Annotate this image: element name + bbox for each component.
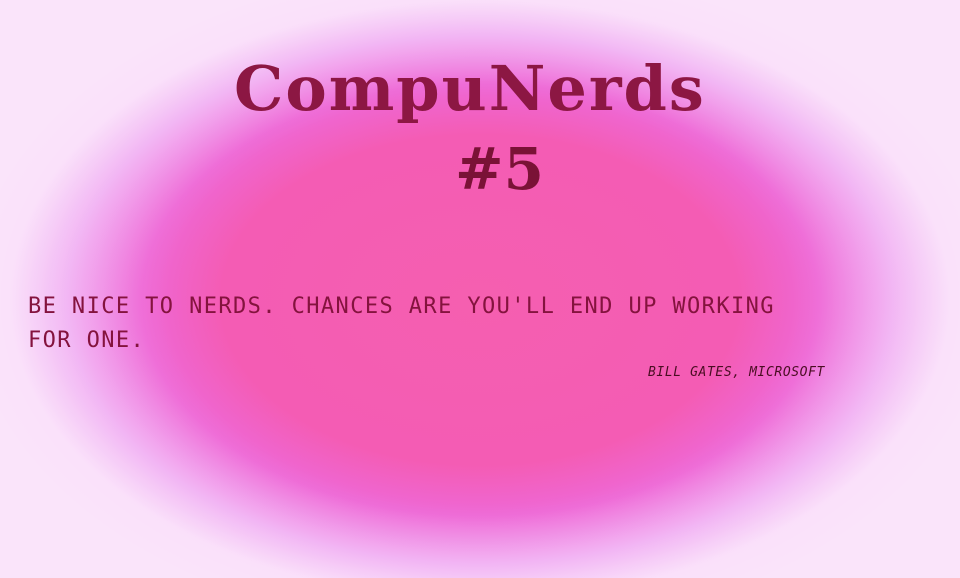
quote-line-1: BE NICE TO NERDS. CHANCES ARE YOU'LL END… <box>28 294 775 319</box>
quote-text: BE NICE TO NERDS. CHANCES ARE YOU'LL END… <box>28 290 928 358</box>
poster-title: CompuNerds <box>234 52 706 125</box>
poster: CompuNerds #5 BE NICE TO NERDS. CHANCES … <box>0 0 960 578</box>
quote-line-2: FOR ONE. <box>28 328 146 353</box>
quote-attribution: BILL GATES, MICROSOFT <box>648 365 825 380</box>
issue-number: #5 <box>455 135 544 203</box>
